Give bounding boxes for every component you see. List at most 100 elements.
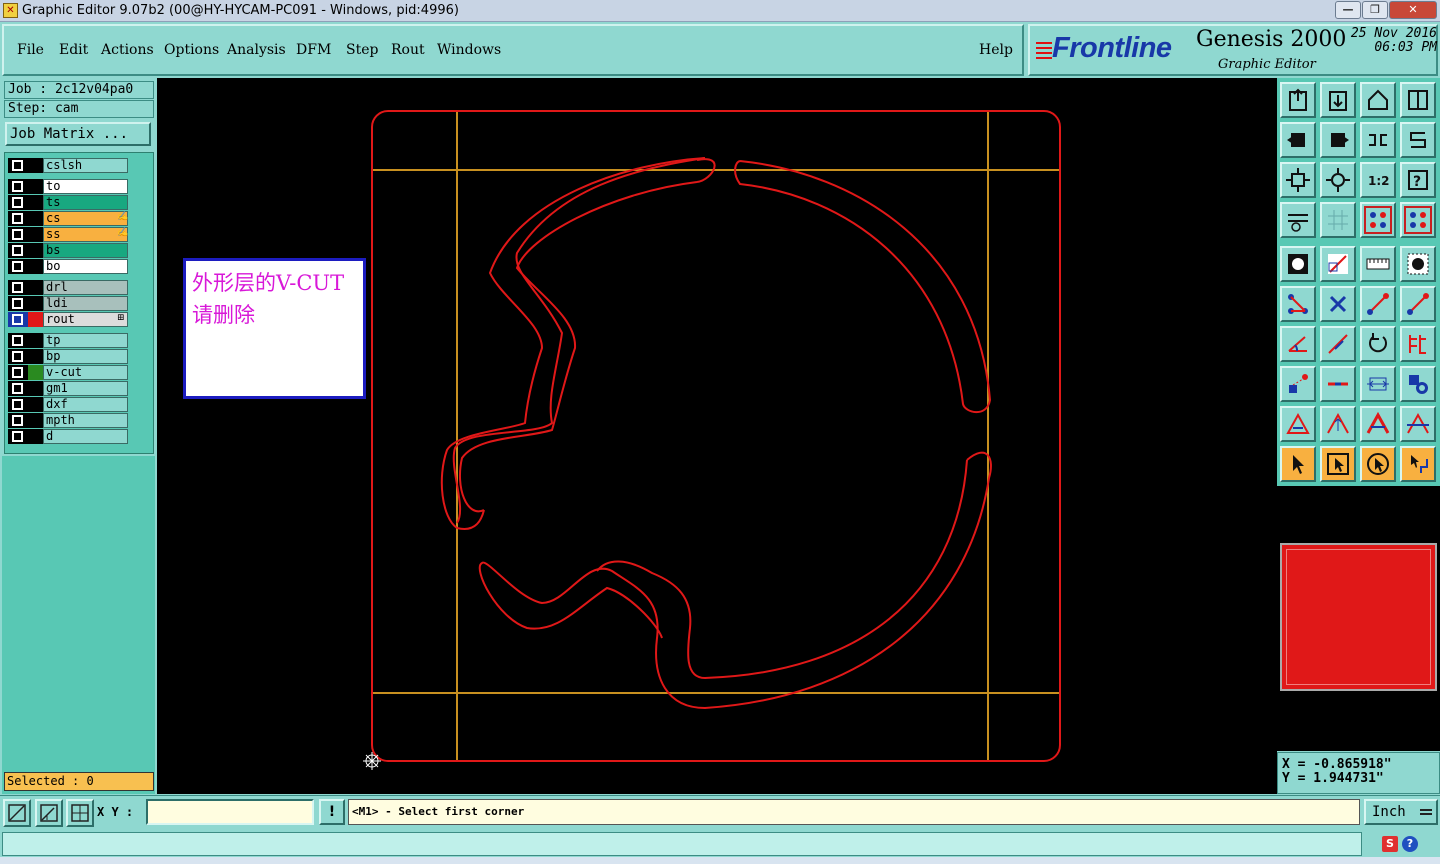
close-x-button[interactable] xyxy=(1320,286,1356,322)
layer-color-swatch[interactable] xyxy=(28,243,43,258)
select-path-button[interactable] xyxy=(1400,446,1436,482)
layer-name[interactable]: ss xyxy=(43,227,128,242)
layer-name[interactable]: bo xyxy=(43,259,128,274)
layer-row-tp[interactable]: tp xyxy=(8,333,128,348)
sogou-icon[interactable]: S xyxy=(1382,836,1398,852)
layer-checkbox[interactable] xyxy=(8,349,28,364)
layer-checkbox[interactable] xyxy=(8,179,28,194)
layer-color-swatch[interactable] xyxy=(28,259,43,274)
pad-button[interactable] xyxy=(1280,246,1316,282)
rout-path-inner-left[interactable] xyxy=(452,157,706,524)
alert-button[interactable]: ! xyxy=(319,799,345,825)
layer-color-swatch[interactable] xyxy=(28,296,43,311)
layer-name[interactable]: cs xyxy=(43,211,128,226)
s-curve-button[interactable] xyxy=(1400,122,1436,158)
layer-checkbox[interactable] xyxy=(8,195,28,210)
pan-right-button[interactable] xyxy=(1320,122,1356,158)
layer-row-ldi[interactable]: ldi xyxy=(8,296,128,311)
maximize-button[interactable]: ❐ xyxy=(1362,1,1388,19)
rout-arc-bottom[interactable] xyxy=(478,451,992,710)
layer-color-swatch[interactable] xyxy=(28,349,43,364)
layer-color-swatch[interactable] xyxy=(28,312,43,327)
overview-preview[interactable] xyxy=(1280,543,1437,691)
rout-arc-right[interactable] xyxy=(734,160,992,414)
layer-color-swatch[interactable] xyxy=(28,333,43,348)
xy-input[interactable] xyxy=(146,799,314,825)
menu-help[interactable]: Help xyxy=(979,42,1013,58)
layer-name[interactable]: mpth xyxy=(43,413,128,428)
measure-button[interactable] xyxy=(35,799,63,827)
measure-button[interactable] xyxy=(1360,366,1396,402)
layer-color-swatch[interactable] xyxy=(28,211,43,226)
snap-tool-button[interactable] xyxy=(1280,202,1316,238)
layer-row-to[interactable]: to xyxy=(8,179,128,194)
layer-name[interactable]: tp xyxy=(43,333,128,348)
shapes-button[interactable] xyxy=(1400,366,1436,402)
layer-color-swatch[interactable] xyxy=(28,195,43,210)
triangle-up-button[interactable] xyxy=(1320,406,1356,442)
rout-path-left[interactable] xyxy=(458,181,698,513)
help-tray-icon[interactable]: ? xyxy=(1402,836,1418,852)
layer-checkbox[interactable] xyxy=(8,259,28,274)
layer-name[interactable]: ldi xyxy=(43,296,128,311)
layer-row-cs[interactable]: cs ✍ xyxy=(8,211,128,226)
pan-left-button[interactable] xyxy=(1280,122,1316,158)
layer-row-cslsh[interactable]: cslsh xyxy=(8,158,128,173)
layer-row-gm1[interactable]: gm1 xyxy=(8,381,128,396)
layer-checkbox[interactable] xyxy=(8,429,28,444)
fit-screen-button[interactable] xyxy=(1280,162,1316,198)
layer-name[interactable]: d xyxy=(43,429,128,444)
rout-path-outer-left[interactable] xyxy=(440,157,706,530)
connect-button[interactable] xyxy=(1280,286,1316,322)
layer-row-dxf[interactable]: dxf xyxy=(8,397,128,412)
layer-row-ts[interactable]: ts xyxy=(8,195,128,210)
layer-row-drl[interactable]: drl xyxy=(8,280,128,295)
layer-checkbox[interactable] xyxy=(8,296,28,311)
layer-row-bs[interactable]: bs xyxy=(8,243,128,258)
minus-button[interactable] xyxy=(1320,366,1356,402)
move-button[interactable] xyxy=(1280,366,1316,402)
menu-file[interactable]: File xyxy=(17,42,44,58)
triangle-blue-button[interactable] xyxy=(1360,406,1396,442)
select-circle-button[interactable] xyxy=(1360,446,1396,482)
layer-row-rout[interactable]: rout ⊞ xyxy=(8,312,128,327)
layer-row-mpth[interactable]: mpth xyxy=(8,413,128,428)
align-button[interactable] xyxy=(1400,326,1436,362)
triangle-blue-2-button[interactable] xyxy=(1400,406,1436,442)
layer-color-swatch[interactable] xyxy=(28,413,43,428)
layer-color-swatch[interactable] xyxy=(28,158,43,173)
layer-name[interactable]: dxf xyxy=(43,397,128,412)
minimize-button[interactable]: — xyxy=(1335,1,1361,19)
mirror-button[interactable] xyxy=(1360,122,1396,158)
line-node-2-button[interactable] xyxy=(1400,286,1436,322)
diagonal-button[interactable] xyxy=(1320,326,1356,362)
layer-name[interactable]: bp xyxy=(43,349,128,364)
menu-edit[interactable]: Edit xyxy=(59,42,88,58)
layer-row-bp[interactable]: bp xyxy=(8,349,128,364)
layer-color-swatch[interactable] xyxy=(28,227,43,242)
home-button[interactable] xyxy=(1360,82,1396,118)
layer-name[interactable]: rout xyxy=(43,312,128,327)
dot-button[interactable] xyxy=(1400,246,1436,282)
menu-analysis[interactable]: Analysis xyxy=(227,42,286,58)
layer-color-swatch[interactable] xyxy=(28,179,43,194)
menu-actions[interactable]: Actions xyxy=(101,42,154,58)
select-arrow-button[interactable] xyxy=(1280,446,1316,482)
layer-compare-button[interactable] xyxy=(1360,202,1396,238)
scale-1-2-button[interactable]: 1:2 xyxy=(1360,162,1396,198)
layer-color-swatch[interactable] xyxy=(28,365,43,380)
layer-name[interactable]: to xyxy=(43,179,128,194)
layer-checkbox[interactable] xyxy=(8,211,28,226)
rout-arc-bottom-inner[interactable] xyxy=(596,459,968,680)
layer-color-swatch[interactable] xyxy=(28,429,43,444)
menu-windows[interactable]: Windows xyxy=(437,42,501,58)
layer-checkbox[interactable] xyxy=(8,280,28,295)
layer-name[interactable]: bs xyxy=(43,243,128,258)
menu-step[interactable]: Step xyxy=(346,42,378,58)
layer-color-swatch[interactable] xyxy=(28,397,43,412)
home-up-button[interactable] xyxy=(1280,82,1316,118)
triangle-button[interactable] xyxy=(1280,406,1316,442)
layer-name[interactable]: ts xyxy=(43,195,128,210)
job-matrix-button[interactable]: Job Matrix ... xyxy=(5,122,151,146)
layer-compare-2-button[interactable] xyxy=(1400,202,1436,238)
